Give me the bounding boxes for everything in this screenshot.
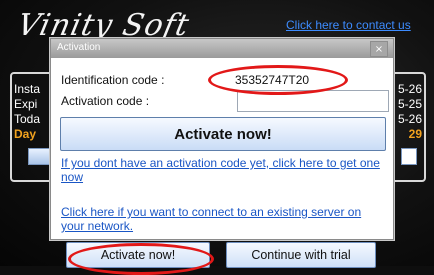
identification-code-value: 35352747T20 — [235, 73, 310, 87]
installed-label: Insta — [14, 82, 41, 96]
today-value: 5-26 — [397, 112, 422, 126]
today-label: Toda — [14, 112, 41, 126]
connect-existing-server-link[interactable]: Click here if you want to connect to an … — [61, 205, 383, 233]
dialog-titlebar[interactable]: Activation × — [51, 39, 393, 58]
continue-with-trial-button[interactable]: Continue with trial — [226, 242, 376, 268]
activation-code-label: Activation code : — [61, 94, 150, 108]
expires-label: Expi — [14, 97, 38, 111]
activate-now-button[interactable]: Activate now! — [60, 117, 386, 151]
close-icon[interactable]: × — [370, 41, 388, 57]
license-info-labels: Insta Expi Toda Day — [14, 82, 40, 142]
identification-code-label: Identification code : — [61, 73, 165, 87]
days-label: Day — [14, 127, 37, 141]
activation-code-input[interactable] — [237, 90, 389, 112]
bottom-activate-button[interactable]: Activate now! — [66, 242, 210, 268]
dialog-title: Activation — [57, 42, 101, 53]
activation-dialog: Activation × Identification code : 35352… — [50, 38, 394, 240]
expires-value: 5-25 — [397, 97, 422, 111]
days-remaining-value: 29 — [408, 127, 422, 141]
contact-us-link[interactable]: Click here to contact us — [286, 18, 411, 32]
trial-progress-right — [401, 148, 417, 165]
trial-progress-left — [28, 148, 50, 165]
license-info-values: 5-26 5-25 5-26 29 — [392, 82, 422, 142]
get-activation-code-link[interactable]: If you dont have an activation code yet,… — [61, 156, 383, 184]
installed-value: 5-26 — [397, 82, 422, 96]
